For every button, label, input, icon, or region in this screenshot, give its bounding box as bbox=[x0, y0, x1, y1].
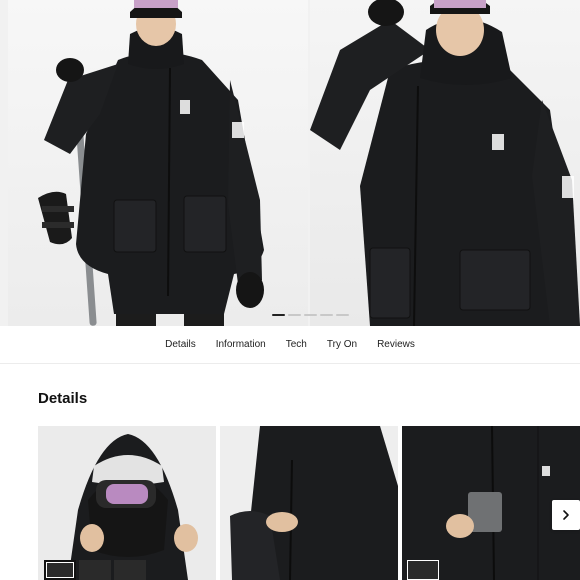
tab-tech[interactable]: Tech bbox=[276, 339, 317, 350]
detail-thumb-chest[interactable] bbox=[407, 560, 439, 580]
gallery-dot-3[interactable] bbox=[304, 314, 317, 316]
carousel-next-button[interactable] bbox=[552, 500, 580, 530]
detail-thumb-2[interactable] bbox=[79, 560, 111, 580]
tab-details[interactable]: Details bbox=[155, 339, 206, 350]
tab-reviews[interactable]: Reviews bbox=[367, 339, 425, 350]
gallery-dot-4[interactable] bbox=[320, 314, 333, 316]
detail-thumb-3[interactable] bbox=[114, 560, 146, 580]
chevron-right-icon bbox=[563, 510, 569, 520]
detail-thumb-1[interactable] bbox=[44, 560, 76, 580]
gallery-image-side[interactable] bbox=[310, 0, 580, 326]
product-image-gallery[interactable] bbox=[0, 0, 580, 326]
pit-zip-image bbox=[220, 426, 398, 580]
model-front-snowboard-image bbox=[38, 0, 264, 326]
model-side-salute-image bbox=[310, 0, 580, 326]
details-carousel bbox=[38, 426, 580, 580]
gallery-dot-5[interactable] bbox=[336, 314, 349, 316]
tab-information[interactable]: Information bbox=[206, 339, 276, 350]
product-section-tabs: Details Information Tech Try On Reviews bbox=[0, 326, 580, 364]
gallery-dot-1[interactable] bbox=[272, 314, 285, 316]
gallery-image-front[interactable] bbox=[8, 0, 308, 326]
detail-card-pit-zip[interactable] bbox=[220, 426, 398, 580]
details-heading: Details bbox=[38, 390, 88, 407]
gallery-dot-2[interactable] bbox=[288, 314, 301, 316]
detail-thumbnails bbox=[44, 560, 146, 580]
gallery-pagination-dots[interactable] bbox=[272, 314, 349, 316]
tab-try-on[interactable]: Try On bbox=[317, 339, 367, 350]
hood-goggles-image bbox=[38, 426, 216, 580]
detail-card-hood[interactable] bbox=[38, 426, 216, 580]
